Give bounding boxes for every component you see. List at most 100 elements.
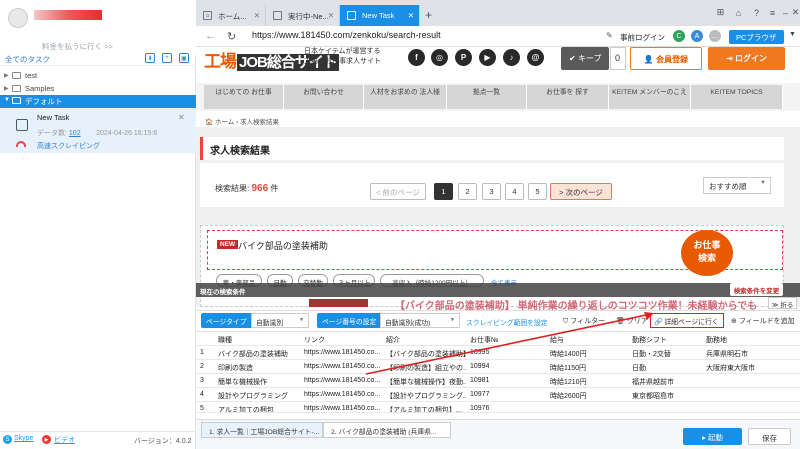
folder-default[interactable]: ▼ デフォルト xyxy=(0,95,196,108)
nav-item[interactable]: お問い合わせ xyxy=(284,85,364,109)
browser-tab-home[interactable]: ⌂ ホーム... ✕ xyxy=(196,5,266,26)
avatar[interactable] xyxy=(8,8,28,28)
close-icon[interactable]: ✕ xyxy=(254,11,260,20)
facebook-icon[interactable]: f xyxy=(408,49,425,66)
table-row[interactable]: 5 アルミ加工の梱包 https://www.181450.co... 【アルミ加工の… xyxy=(196,403,800,413)
change-condition-button[interactable]: 検索条件を変更 xyxy=(730,283,783,296)
new-tab-icon[interactable]: + xyxy=(425,8,432,22)
next-page-button[interactable]: > 次のページ xyxy=(550,183,612,200)
nav-item[interactable]: はじめての お仕事 xyxy=(204,85,284,109)
youtube-icon[interactable]: ▶ xyxy=(42,435,51,444)
folder-test[interactable]: ▶ test xyxy=(0,70,196,83)
login-button[interactable]: ⇥ ログイン xyxy=(708,47,785,70)
page-tab[interactable]: 1. 求人一覧｜工場JOB総合サイト-... xyxy=(201,422,323,438)
column-header[interactable]: リンク xyxy=(304,335,325,345)
page-button[interactable]: 3 xyxy=(482,183,501,200)
nav-item[interactable]: KEITEM TOPICS xyxy=(691,85,783,109)
goto-detail-label: 詳細ページに行く xyxy=(664,319,719,326)
dots-icon[interactable]: … xyxy=(709,30,721,42)
nav-item[interactable]: 拠点一覧 xyxy=(447,85,527,109)
filter-button[interactable]: ⛉ フィルター xyxy=(563,316,605,326)
column-header[interactable]: 職種 xyxy=(218,335,232,345)
table-row[interactable]: 2 印刷の製造 https://www.181450.co... 【印刷の製造】組立や… xyxy=(196,361,800,374)
data-count[interactable]: 102 xyxy=(69,130,81,137)
import-icon[interactable]: ⬇ xyxy=(145,53,155,63)
job-search-bubble[interactable]: お仕事 検索 xyxy=(681,230,733,276)
version-label: バージョン：4.0.2 xyxy=(134,438,192,445)
pay-link[interactable]: 料金を払うに行く >> xyxy=(42,41,113,52)
all-tasks-title[interactable]: 全てのタスク xyxy=(5,54,50,65)
skype-icon[interactable]: S xyxy=(3,435,12,444)
page-tab[interactable]: 2. バイク部品の塗装補助 (兵庫県... xyxy=(323,422,451,438)
close-icon[interactable]: ✕ xyxy=(328,11,334,20)
browser-tab-running[interactable]: 実行中-Ne... ✕ xyxy=(266,5,340,26)
add-field-button[interactable]: ⊕ フィールドを追加 xyxy=(731,316,795,326)
instagram-icon[interactable]: ◎ xyxy=(431,49,448,66)
threads-icon[interactable]: @ xyxy=(527,49,544,66)
page-button[interactable]: 4 xyxy=(505,183,524,200)
nav-item[interactable]: 人材をお求めの 法人様 xyxy=(364,85,447,109)
goto-detail-button[interactable]: 🔗 詳細ページに行く xyxy=(650,313,724,328)
keep-button[interactable]: ✔ キープ xyxy=(561,47,609,70)
url-input[interactable]: https://www.181450.com/zenkoku/search-re… xyxy=(252,30,441,40)
clear-label: クリア xyxy=(626,318,648,325)
column-header[interactable]: 勤務シフト xyxy=(632,335,667,345)
breadcrumb[interactable]: 🏠 ホーム › 求人検索結果 xyxy=(205,116,279,126)
edit-icon[interactable]: ✎ xyxy=(606,31,613,40)
save-button[interactable]: 保存 xyxy=(748,428,791,445)
menu-icon[interactable]: ≡ xyxy=(767,7,778,18)
close-window-icon[interactable]: ✕ xyxy=(790,7,800,18)
table-header: 職種 リンク 紹介 お仕事№ 給与 勤務シフト 勤務地 xyxy=(196,333,800,346)
keep-label: キープ xyxy=(577,54,602,63)
grid-icon[interactable]: ⊞ xyxy=(715,7,726,18)
help-icon[interactable]: ? xyxy=(751,7,762,18)
register-button[interactable]: 👤 会員登録 xyxy=(630,47,702,70)
browser-tab-new-task[interactable]: New Task ✕ xyxy=(340,5,420,26)
extension-icon[interactable]: C xyxy=(673,30,685,42)
gift-icon[interactable]: ⌂ xyxy=(733,7,744,18)
chevron-down-icon: ▼ xyxy=(450,317,455,323)
job-title[interactable]: バイク部品の塗装補助 xyxy=(238,239,328,252)
pre-login-button[interactable]: 事前ログイン xyxy=(620,32,665,43)
page-type-label: ページタイプ xyxy=(201,313,251,328)
search-condition-bar xyxy=(196,283,800,297)
prev-page-button[interactable]: < 前のページ xyxy=(370,183,426,200)
chevron-down-icon: ▼ xyxy=(4,97,10,103)
back-icon[interactable]: ← xyxy=(205,30,216,42)
collapse-button[interactable]: ≫ 折る xyxy=(768,297,797,309)
column-header[interactable]: お仕事№ xyxy=(470,335,499,345)
page-type-select[interactable]: 自動識別 ▼ xyxy=(251,313,309,328)
youtube-icon[interactable]: ▶ xyxy=(479,49,496,66)
account-icon[interactable]: A xyxy=(691,30,703,42)
pc-browser-select[interactable]: PCブラウザ xyxy=(729,30,784,44)
new-task-icon[interactable]: + xyxy=(162,53,172,63)
scrape-range-link[interactable]: スクレイピング範囲を設定 xyxy=(466,317,548,327)
close-icon[interactable]: ✕ xyxy=(408,11,414,20)
table-row[interactable]: 3 簡単な機械操作 https://www.181450.co... 【簡単な機械操作… xyxy=(196,375,800,388)
apply-button-partial[interactable] xyxy=(309,299,368,307)
clear-button[interactable]: 🗑 クリア xyxy=(616,316,648,326)
page-number-select[interactable]: 自動識別(成功) ▼ xyxy=(380,313,460,328)
chevron-down-icon[interactable]: ▼ xyxy=(789,31,796,38)
page-button[interactable]: 1 xyxy=(434,183,453,200)
close-icon[interactable]: ✕ xyxy=(178,113,185,122)
new-folder-icon[interactable]: ▣ xyxy=(179,53,189,63)
page-button[interactable]: 5 xyxy=(528,183,547,200)
start-button[interactable]: ▸ 起動 xyxy=(683,428,742,445)
column-header[interactable]: 勤務地 xyxy=(706,335,727,345)
table-row[interactable]: 1 バイク部品の塗装補助 https://www.181450.co... 【バイク部… xyxy=(196,347,800,360)
video-link[interactable]: ビデオ xyxy=(54,435,75,445)
table-row[interactable]: 4 設計やプログラミング https://www.181450.co... 【設計やプ… xyxy=(196,389,800,402)
nav-item[interactable]: お仕事を 探す xyxy=(527,85,609,109)
nav-item[interactable]: KEITEM メンバーのこえ xyxy=(609,85,691,109)
pinterest-icon[interactable]: P xyxy=(455,49,472,66)
task-name[interactable]: New Task xyxy=(37,113,69,122)
page-icon xyxy=(273,11,282,20)
refresh-icon[interactable]: ↻ xyxy=(227,30,236,43)
skype-link[interactable]: Skype xyxy=(14,435,33,442)
page-button[interactable]: 2 xyxy=(458,183,477,200)
column-header[interactable]: 給与 xyxy=(550,335,564,345)
column-header[interactable]: 紹介 xyxy=(386,335,400,345)
collapse-label: 折る xyxy=(780,302,794,309)
tiktok-icon[interactable]: ♪ xyxy=(503,49,520,66)
